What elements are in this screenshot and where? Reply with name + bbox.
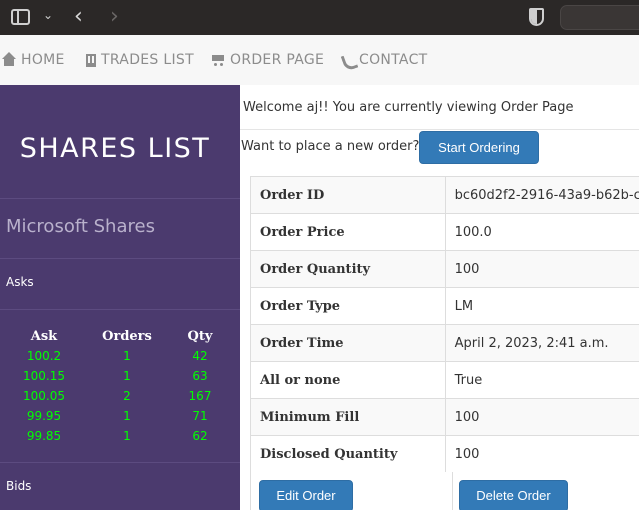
nav-order-page[interactable]: ORDER PAGE: [211, 52, 324, 68]
nav-home[interactable]: HOME: [2, 52, 65, 68]
table-row: All or none True: [250, 361, 639, 399]
ask-orders: 1: [123, 349, 131, 363]
content-divider: [240, 129, 639, 130]
order-field-value: 100: [444, 250, 639, 288]
order-field-label: Disclosed Quantity: [250, 435, 446, 473]
top-nav: HOME TRADES LIST ORDER PAGE CONTACT: [0, 35, 639, 85]
sidebar-divider: [0, 198, 240, 199]
ask-price: 100.05: [23, 389, 65, 403]
sidebar-toggle-icon[interactable]: [11, 9, 30, 25]
nav-order-page-label: ORDER PAGE: [230, 52, 325, 68]
ask-qty: 71: [192, 409, 208, 423]
ask-row: 100.2 1 42: [0, 346, 240, 366]
order-field-value: April 2, 2023, 2:41 a.m.: [444, 324, 639, 362]
asks-col-ask: Ask: [30, 328, 58, 344]
table-row: Minimum Fill 100: [250, 398, 639, 436]
start-ordering-button[interactable]: Start Ordering: [419, 131, 539, 164]
nav-home-label: HOME: [21, 52, 65, 68]
ask-orders: 1: [123, 409, 131, 423]
edit-order-button[interactable]: Edit Order: [259, 480, 353, 510]
order-field-label: Minimum Fill: [250, 398, 446, 436]
order-field-value: LM: [444, 287, 639, 325]
table-row: Order Time April 2, 2023, 2:41 a.m.: [250, 324, 639, 362]
forward-arrow-icon[interactable]: ›: [110, 4, 119, 29]
ask-qty: 63: [192, 369, 208, 383]
order-field-value: bc60d2f2-2916-43a9-b62b-c7: [444, 176, 639, 214]
order-field-value: 100: [444, 398, 639, 436]
order-field-label: Order Price: [250, 213, 446, 251]
order-field-label: Order Type: [250, 287, 446, 325]
table-row: Order Price 100.0: [250, 213, 639, 251]
table-row: Order Type LM: [250, 287, 639, 325]
ask-row: 99.85 1 62: [0, 426, 240, 446]
sidebar-divider: [0, 309, 240, 310]
bids-heading: Bids: [6, 479, 32, 493]
order-field-label: Order ID: [250, 176, 446, 214]
ask-qty: 167: [188, 389, 212, 403]
sidebar-title: SHARES LIST: [19, 133, 211, 164]
table-row: Order ID bc60d2f2-2916-43a9-b62b-c7: [250, 176, 639, 214]
company-name: Microsoft Shares: [6, 216, 155, 237]
ask-qty: 42: [192, 349, 208, 363]
order-actions-divider: [452, 472, 453, 510]
table-row: Order Quantity 100: [250, 250, 639, 288]
order-field-label: Order Time: [250, 324, 446, 362]
cart-icon: [211, 54, 225, 66]
order-field-value: True: [444, 361, 639, 399]
ask-row: 100.05 2 167: [0, 386, 240, 406]
ask-qty: 62: [192, 429, 208, 443]
ask-price: 99.95: [26, 409, 62, 423]
ask-orders: 1: [123, 429, 131, 443]
building-icon: [86, 53, 96, 67]
nav-trades-list[interactable]: TRADES LIST: [86, 52, 194, 68]
sidebar-divider: [0, 258, 240, 259]
ask-price: 100.15: [23, 369, 65, 383]
order-details-table: Order ID bc60d2f2-2916-43a9-b62b-c7 Order …: [250, 176, 639, 473]
ask-row: 100.15 1 63: [0, 366, 240, 386]
ask-orders: 1: [123, 369, 131, 383]
chevron-down-icon[interactable]: ⌄: [43, 8, 53, 22]
new-order-prompt: Want to place a new order?: [241, 139, 420, 154]
ask-price: 99.85: [26, 429, 62, 443]
home-icon: [2, 52, 16, 66]
ask-price: 100.2: [26, 349, 62, 363]
ask-orders: 2: [123, 389, 131, 403]
asks-heading: Asks: [6, 275, 34, 289]
asks-header-row: Ask Orders Qty: [0, 326, 240, 346]
asks-col-orders: Orders: [102, 328, 152, 344]
table-row: Disclosed Quantity 100: [250, 435, 639, 473]
address-bar[interactable]: [560, 5, 639, 30]
order-field-value: 100.0: [444, 213, 639, 251]
phone-icon: [342, 54, 354, 67]
welcome-message: Welcome aj!! You are currently viewing O…: [243, 100, 574, 115]
nav-trades-list-label: TRADES LIST: [101, 52, 194, 68]
ask-row: 99.95 1 71: [0, 406, 240, 426]
order-field-label: Order Quantity: [250, 250, 446, 288]
back-arrow-icon[interactable]: ‹: [74, 4, 83, 29]
nav-contact[interactable]: CONTACT: [342, 52, 428, 68]
asks-table: Ask Orders Qty 100.2 1 42 100.15 1 63 100.05 2 1…: [0, 326, 240, 446]
asks-col-qty: Qty: [187, 328, 213, 344]
shares-sidebar: SHARES LIST Microsoft Shares Asks Ask Or…: [0, 85, 240, 510]
browser-toolbar: ⌄ ‹ ›: [0, 0, 639, 35]
delete-order-button[interactable]: Delete Order: [459, 480, 568, 510]
order-field-value: 100: [444, 435, 639, 473]
sidebar-divider: [0, 462, 240, 463]
shield-icon[interactable]: [529, 8, 544, 26]
order-field-label: All or none: [250, 361, 446, 399]
nav-contact-label: CONTACT: [359, 52, 428, 68]
